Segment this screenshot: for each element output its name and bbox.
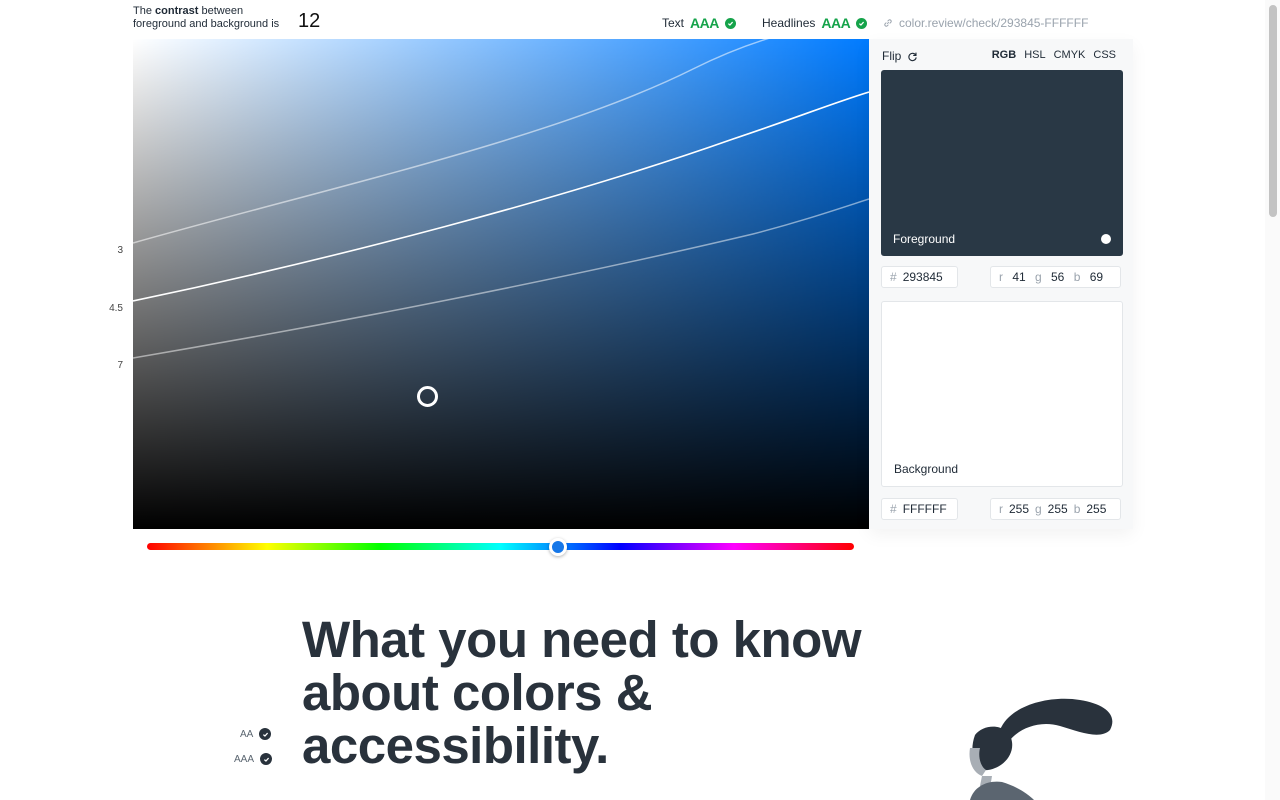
active-indicator-dot (1101, 234, 1111, 244)
background-swatch[interactable]: Background (881, 301, 1123, 487)
foreground-r-value[interactable]: 41 (1008, 270, 1030, 284)
background-label: Background (894, 462, 959, 476)
background-hex-input[interactable]: # FFFFFF (881, 498, 958, 520)
foreground-label: Foreground (893, 232, 956, 246)
contrast-level-label-7: 7 (117, 360, 123, 371)
page-scrollbar-thumb[interactable] (1269, 5, 1277, 217)
color-mode-tabs: RGB HSL CMYK CSS (992, 49, 1116, 61)
contrast-level-label-4-5: 4.5 (109, 303, 123, 314)
background-b-value[interactable]: 255 (1085, 502, 1107, 516)
foreground-swatch[interactable]: Foreground (881, 70, 1123, 256)
contrast-curve-3 (133, 39, 770, 244)
foreground-b-value[interactable]: 69 (1085, 270, 1107, 284)
foreground-rgb-input[interactable]: r 41 g 56 b 69 (990, 266, 1121, 288)
background-rgb-input[interactable]: r 255 g 255 b 255 (990, 498, 1121, 520)
contrast-bold-word: contrast (155, 5, 199, 17)
tab-css[interactable]: CSS (1093, 49, 1116, 61)
contrast-curve-4-5 (133, 91, 869, 302)
check-circle-icon (724, 17, 736, 29)
contrast-summary-bar: The contrast between foreground and back… (133, 4, 1133, 38)
headlines-compliance-badge: Headlines AAA (762, 15, 868, 31)
color-picker-handle[interactable] (417, 386, 438, 407)
text-compliance-badge: Text AAA (662, 15, 736, 31)
check-circle-icon (260, 753, 273, 765)
legend-aa: AA (240, 728, 272, 740)
flip-button[interactable]: Flip (882, 49, 918, 63)
foreground-g-value[interactable]: 56 (1047, 270, 1069, 284)
contrast-ratio-value: 12 (298, 10, 321, 32)
contrast-description: The contrast between foreground and back… (133, 5, 280, 30)
check-circle-icon (259, 728, 272, 740)
foreground-hex-input[interactable]: # 293845 (881, 266, 958, 288)
contrast-curve-7 (133, 198, 869, 359)
person-illustration (969, 698, 1113, 800)
article-headline: What you need to know about colors & acc… (302, 611, 862, 774)
contrast-level-label-3: 3 (117, 245, 123, 256)
hue-slider[interactable] (147, 543, 854, 550)
contrast-threshold-curves (133, 39, 869, 359)
background-r-value[interactable]: 255 (1008, 502, 1030, 516)
tab-cmyk[interactable]: CMYK (1054, 49, 1086, 61)
hue-slider-thumb[interactable] (549, 538, 567, 556)
tab-hsl[interactable]: HSL (1024, 49, 1045, 61)
tab-rgb[interactable]: RGB (992, 49, 1016, 61)
color-picker-canvas[interactable] (133, 39, 869, 529)
check-circle-icon (856, 17, 868, 29)
share-link[interactable]: color.review/check/293845-FFFFFF (883, 16, 1088, 30)
link-icon (884, 19, 892, 27)
legend-aaa: AAA (234, 753, 273, 765)
background-g-value[interactable]: 255 (1047, 502, 1069, 516)
refresh-icon (908, 52, 918, 61)
color-panel: Flip RGB HSL CMYK CSS Foreground # 29384… (869, 39, 1133, 529)
